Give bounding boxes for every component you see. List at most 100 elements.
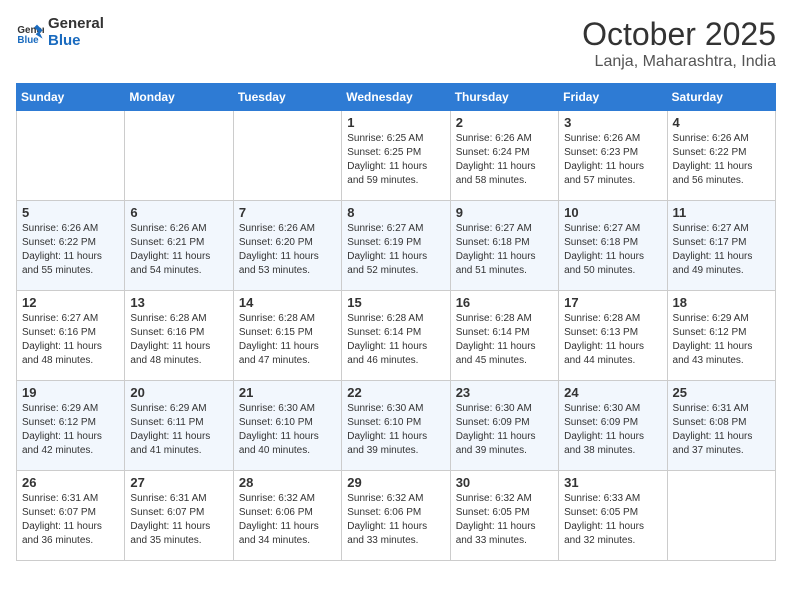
calendar-cell: 21 Sunrise: 6:30 AMSunset: 6:10 PMDayligh… [233,381,341,471]
month-title: October 2025 [582,16,776,53]
day-number: 9 [456,205,553,220]
day-info: Sunrise: 6:30 AMSunset: 6:09 PMDaylight:… [456,402,553,458]
day-info: Sunrise: 6:25 AMSunset: 6:25 PMDaylight:… [347,132,444,188]
day-number: 14 [239,295,336,310]
day-info: Sunrise: 6:27 AMSunset: 6:19 PMDaylight:… [347,222,444,278]
day-number: 10 [564,205,661,220]
col-header-thursday: Thursday [450,84,558,111]
day-number: 13 [130,295,227,310]
calendar-cell [17,111,125,201]
day-info: Sunrise: 6:27 AMSunset: 6:18 PMDaylight:… [456,222,553,278]
logo-icon: General Blue [16,19,44,47]
day-info: Sunrise: 6:33 AMSunset: 6:05 PMDaylight:… [564,492,661,548]
col-header-monday: Monday [125,84,233,111]
day-info: Sunrise: 6:29 AMSunset: 6:12 PMDaylight:… [673,312,770,368]
page-header: General Blue General Blue October 2025 L… [16,16,776,71]
day-number: 8 [347,205,444,220]
day-number: 17 [564,295,661,310]
day-number: 11 [673,205,770,220]
calendar-week-1: 1 Sunrise: 6:25 AMSunset: 6:25 PMDaylight… [17,111,776,201]
day-info: Sunrise: 6:29 AMSunset: 6:12 PMDaylight:… [22,402,119,458]
day-info: Sunrise: 6:26 AMSunset: 6:22 PMDaylight:… [673,132,770,188]
day-info: Sunrise: 6:28 AMSunset: 6:16 PMDaylight:… [130,312,227,368]
calendar-cell: 25Sunrise: 6:31 AMSunset: 6:08 PMDayligh… [667,381,775,471]
col-header-tuesday: Tuesday [233,84,341,111]
calendar-week-4: 19 Sunrise: 6:29 AMSunset: 6:12 PMDayligh… [17,381,776,471]
logo: General Blue General Blue [16,16,104,49]
calendar-header-row: SundayMondayTuesdayWednesdayThursdayFrid… [17,84,776,111]
day-info: Sunrise: 6:26 AMSunset: 6:24 PMDaylight:… [456,132,553,188]
col-header-wednesday: Wednesday [342,84,450,111]
calendar-week-2: 5 Sunrise: 6:26 AMSunset: 6:22 PMDaylight… [17,201,776,291]
logo-blue: Blue [48,33,104,50]
location: Lanja, Maharashtra, India [582,53,776,71]
day-info: Sunrise: 6:26 AMSunset: 6:23 PMDaylight:… [564,132,661,188]
day-number: 1 [347,115,444,130]
day-number: 5 [22,205,119,220]
calendar-cell: 9 Sunrise: 6:27 AMSunset: 6:18 PMDaylight… [450,201,558,291]
calendar-table: SundayMondayTuesdayWednesdayThursdayFrid… [16,83,776,561]
title-block: October 2025 Lanja, Maharashtra, India [582,16,776,71]
day-number: 27 [130,475,227,490]
day-number: 30 [456,475,553,490]
svg-text:Blue: Blue [17,34,39,45]
day-number: 12 [22,295,119,310]
day-number: 31 [564,475,661,490]
day-info: Sunrise: 6:26 AMSunset: 6:21 PMDaylight:… [130,222,227,278]
day-number: 16 [456,295,553,310]
calendar-cell: 11 Sunrise: 6:27 AMSunset: 6:17 PMDayligh… [667,201,775,291]
col-header-saturday: Saturday [667,84,775,111]
calendar-cell: 19 Sunrise: 6:29 AMSunset: 6:12 PMDayligh… [17,381,125,471]
calendar-body: 1 Sunrise: 6:25 AMSunset: 6:25 PMDaylight… [17,111,776,561]
calendar-cell: 29Sunrise: 6:32 AMSunset: 6:06 PMDayligh… [342,471,450,561]
day-number: 2 [456,115,553,130]
day-number: 18 [673,295,770,310]
logo-general: General [48,16,104,33]
day-number: 19 [22,385,119,400]
calendar-cell: 31 Sunrise: 6:33 AMSunset: 6:05 PMDayligh… [559,471,667,561]
calendar-cell: 13 Sunrise: 6:28 AMSunset: 6:16 PMDayligh… [125,291,233,381]
day-info: Sunrise: 6:26 AMSunset: 6:22 PMDaylight:… [22,222,119,278]
day-number: 3 [564,115,661,130]
calendar-cell: 8 Sunrise: 6:27 AMSunset: 6:19 PMDaylight… [342,201,450,291]
day-info: Sunrise: 6:28 AMSunset: 6:14 PMDaylight:… [456,312,553,368]
day-number: 28 [239,475,336,490]
calendar-cell: 26Sunrise: 6:31 AMSunset: 6:07 PMDayligh… [17,471,125,561]
day-info: Sunrise: 6:29 AMSunset: 6:11 PMDaylight:… [130,402,227,458]
calendar-cell: 7Sunrise: 6:26 AMSunset: 6:20 PMDaylight… [233,201,341,291]
day-number: 23 [456,385,553,400]
calendar-cell: 23 Sunrise: 6:30 AMSunset: 6:09 PMDayligh… [450,381,558,471]
calendar-cell: 10 Sunrise: 6:27 AMSunset: 6:18 PMDayligh… [559,201,667,291]
day-info: Sunrise: 6:27 AMSunset: 6:18 PMDaylight:… [564,222,661,278]
calendar-cell: 17 Sunrise: 6:28 AMSunset: 6:13 PMDayligh… [559,291,667,381]
day-number: 6 [130,205,227,220]
calendar-cell: 5 Sunrise: 6:26 AMSunset: 6:22 PMDaylight… [17,201,125,291]
day-info: Sunrise: 6:30 AMSunset: 6:09 PMDaylight:… [564,402,661,458]
calendar-cell: 27 Sunrise: 6:31 AMSunset: 6:07 PMDayligh… [125,471,233,561]
day-info: Sunrise: 6:31 AMSunset: 6:07 PMDaylight:… [130,492,227,548]
day-info: Sunrise: 6:28 AMSunset: 6:15 PMDaylight:… [239,312,336,368]
calendar-cell: 16 Sunrise: 6:28 AMSunset: 6:14 PMDayligh… [450,291,558,381]
calendar-cell: 24Sunrise: 6:30 AMSunset: 6:09 PMDayligh… [559,381,667,471]
calendar-cell [125,111,233,201]
day-number: 29 [347,475,444,490]
calendar-cell [233,111,341,201]
day-number: 22 [347,385,444,400]
day-info: Sunrise: 6:27 AMSunset: 6:17 PMDaylight:… [673,222,770,278]
day-info: Sunrise: 6:27 AMSunset: 6:16 PMDaylight:… [22,312,119,368]
day-info: Sunrise: 6:31 AMSunset: 6:08 PMDaylight:… [673,402,770,458]
calendar-cell: 6 Sunrise: 6:26 AMSunset: 6:21 PMDaylight… [125,201,233,291]
calendar-week-3: 12 Sunrise: 6:27 AMSunset: 6:16 PMDayligh… [17,291,776,381]
calendar-cell: 20 Sunrise: 6:29 AMSunset: 6:11 PMDayligh… [125,381,233,471]
calendar-cell: 30 Sunrise: 6:32 AMSunset: 6:05 PMDayligh… [450,471,558,561]
calendar-cell: 18 Sunrise: 6:29 AMSunset: 6:12 PMDayligh… [667,291,775,381]
calendar-cell: 12 Sunrise: 6:27 AMSunset: 6:16 PMDayligh… [17,291,125,381]
day-info: Sunrise: 6:28 AMSunset: 6:13 PMDaylight:… [564,312,661,368]
day-info: Sunrise: 6:30 AMSunset: 6:10 PMDaylight:… [239,402,336,458]
col-header-friday: Friday [559,84,667,111]
day-number: 4 [673,115,770,130]
day-info: Sunrise: 6:32 AMSunset: 6:05 PMDaylight:… [456,492,553,548]
day-number: 21 [239,385,336,400]
day-number: 20 [130,385,227,400]
calendar-cell: 4 Sunrise: 6:26 AMSunset: 6:22 PMDaylight… [667,111,775,201]
